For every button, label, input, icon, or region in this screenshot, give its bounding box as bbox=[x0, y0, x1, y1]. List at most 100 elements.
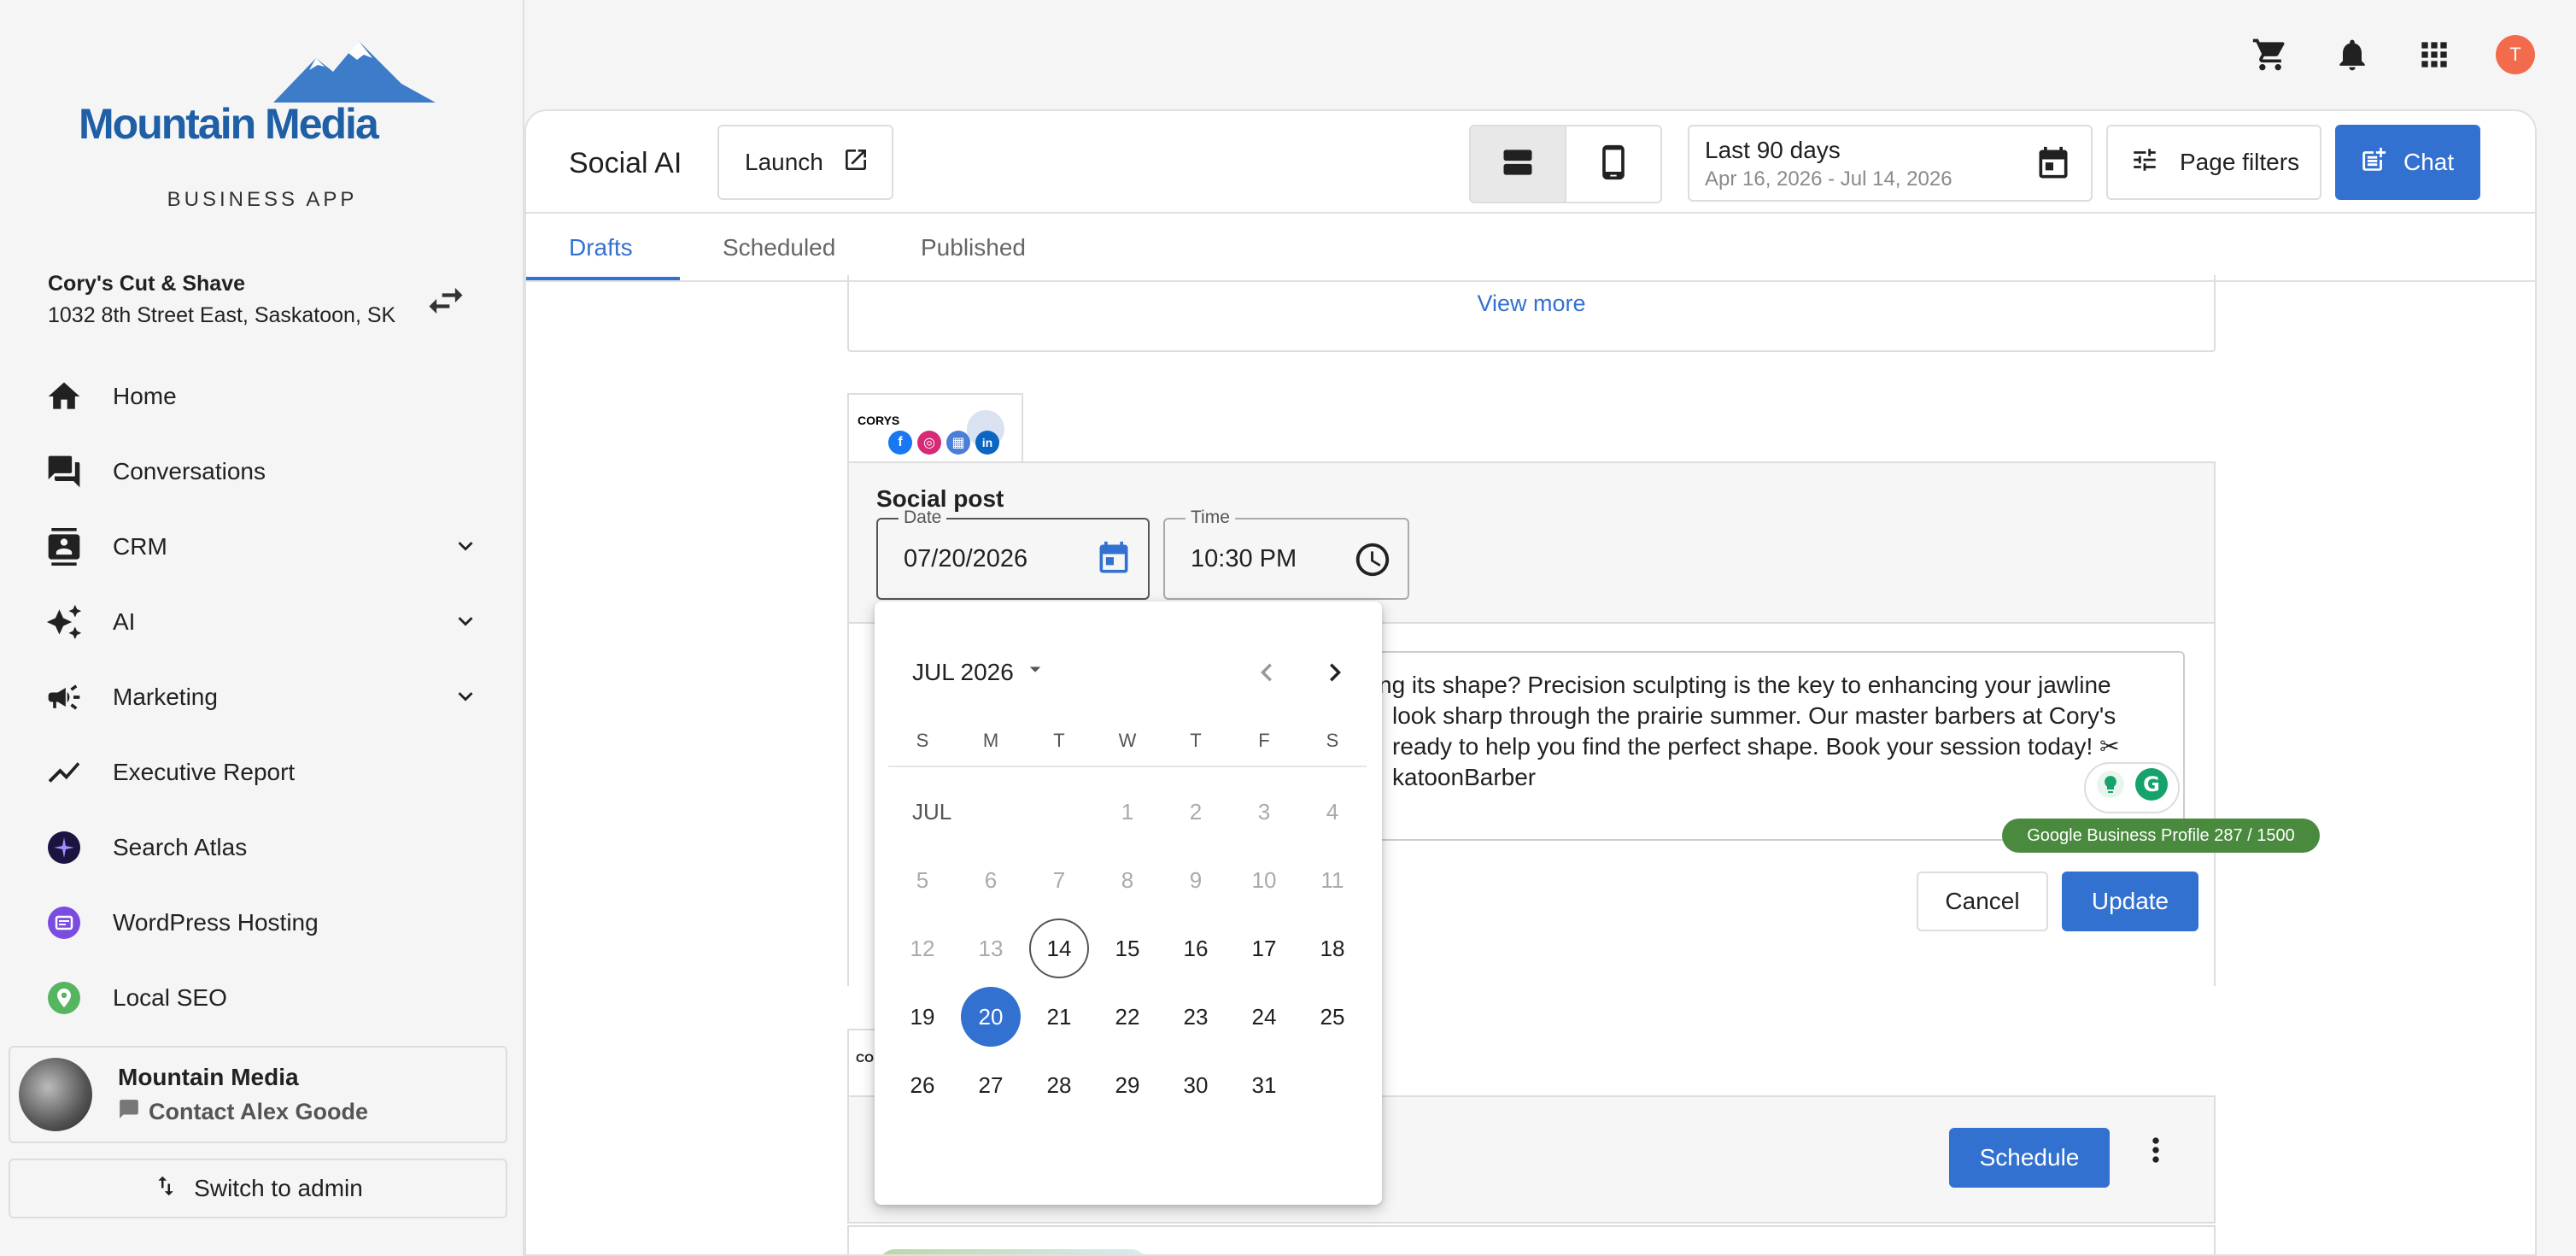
schedule-button[interactable]: Schedule bbox=[1949, 1128, 2110, 1188]
calendar-day[interactable]: 29 bbox=[1093, 1051, 1162, 1119]
megaphone-icon bbox=[44, 678, 84, 717]
weekday-header: S M T W T F S bbox=[888, 730, 1367, 767]
more-vert-icon[interactable] bbox=[2137, 1131, 2175, 1173]
sidebar-item-executive-report[interactable]: Executive Report bbox=[0, 735, 524, 810]
writing-assistant-icons: G bbox=[2084, 762, 2180, 813]
calendar-day-label: 27 bbox=[978, 1071, 1004, 1098]
time-label: Time bbox=[1186, 508, 1235, 528]
chevron-down-icon[interactable] bbox=[451, 682, 480, 715]
calendar-icon[interactable] bbox=[1095, 540, 1133, 582]
calendar-week: 19 20 21 22 23 24 25 bbox=[888, 983, 1367, 1051]
calendar-day-label bbox=[1303, 1055, 1362, 1115]
sidebar-item-label: WordPress Hosting bbox=[113, 909, 319, 936]
mountain-media-logo[interactable]: Mountain Media bbox=[77, 34, 444, 154]
wordpress-icon bbox=[44, 903, 84, 942]
launch-button[interactable]: Launch bbox=[717, 125, 893, 200]
view-more-link[interactable]: View more bbox=[847, 291, 2216, 317]
trend-icon bbox=[44, 753, 84, 792]
calendar-week: 26 27 28 29 30 31 bbox=[888, 1051, 1367, 1119]
calendar-day[interactable]: 25 bbox=[1298, 983, 1367, 1051]
calendar-day: 5 bbox=[888, 846, 957, 914]
user-avatar[interactable]: T bbox=[2496, 35, 2535, 74]
weekday-label: W bbox=[1118, 730, 1137, 751]
calendar-day-label: 11 bbox=[1320, 866, 1344, 893]
weekday-label: F bbox=[1258, 730, 1270, 751]
lightbulb-icon[interactable] bbox=[2095, 769, 2126, 807]
calendar-day[interactable]: 17 bbox=[1230, 914, 1298, 983]
calendar-day[interactable]: 31 bbox=[1230, 1051, 1298, 1119]
date-field[interactable]: Date 07/20/2026 bbox=[876, 508, 1150, 600]
business-name: Cory's Cut & Shave bbox=[48, 272, 246, 296]
sidebar-item-search-atlas[interactable]: Search Atlas bbox=[0, 810, 524, 885]
sidebar-item-marketing[interactable]: Marketing bbox=[0, 660, 524, 735]
calendar-day-label: 19 bbox=[910, 1003, 935, 1030]
sidebar-item-wordpress-hosting[interactable]: WordPress Hosting bbox=[0, 885, 524, 960]
active-tab-indicator bbox=[526, 277, 680, 280]
calendar-day: 9 bbox=[1162, 846, 1230, 914]
calendar-day-label: 3 bbox=[1257, 798, 1271, 825]
calendar-day[interactable]: 23 bbox=[1162, 983, 1230, 1051]
calendar-day[interactable]: 30 bbox=[1162, 1051, 1230, 1119]
calendar-day[interactable]: 18 bbox=[1298, 914, 1367, 983]
chevron-down-icon[interactable] bbox=[451, 607, 480, 640]
calendar-day-selected[interactable]: 20 bbox=[957, 983, 1025, 1051]
tab-scheduled[interactable]: Scheduled bbox=[723, 214, 835, 282]
cancel-button[interactable]: Cancel bbox=[1917, 872, 2048, 931]
sidebar-nav: Home Conversations CRM AI Marketing Exec… bbox=[0, 359, 524, 1036]
calendar-day: 3 bbox=[1230, 778, 1298, 846]
google-business-icon: ▦ bbox=[946, 431, 970, 455]
calendar-day-label: 12 bbox=[910, 935, 935, 961]
calendar-day[interactable]: 22 bbox=[1093, 983, 1162, 1051]
calendar-day: 13 bbox=[957, 914, 1025, 983]
calendar-day[interactable]: 27 bbox=[957, 1051, 1025, 1119]
sidebar-item-home[interactable]: Home bbox=[0, 359, 524, 434]
date-range-picker[interactable]: Last 90 days Apr 16, 2026 - Jul 14, 2026 bbox=[1688, 125, 2093, 202]
chevron-left-icon[interactable] bbox=[1249, 654, 1285, 695]
month-year-selector[interactable]: JUL 2026 bbox=[912, 656, 1048, 688]
month-year-label: JUL 2026 bbox=[912, 658, 1014, 685]
calendar-day[interactable]: 24 bbox=[1230, 983, 1298, 1051]
calendar-day[interactable]: 21 bbox=[1025, 983, 1093, 1051]
calendar-day[interactable]: 19 bbox=[888, 983, 957, 1051]
time-value: 10:30 PM bbox=[1191, 545, 1297, 572]
grammarly-icon[interactable]: G bbox=[2134, 767, 2169, 809]
main-panel: Social AI Launch Last 90 days Apr 16, 20… bbox=[524, 109, 2537, 1256]
avatar bbox=[19, 1058, 92, 1131]
clock-icon[interactable] bbox=[1353, 540, 1392, 584]
chat-button[interactable]: Chat bbox=[2335, 125, 2480, 200]
sidebar-item-crm[interactable]: CRM bbox=[0, 509, 524, 584]
cart-icon[interactable] bbox=[2250, 34, 2291, 75]
tab-drafts[interactable]: Drafts bbox=[569, 214, 633, 282]
bell-icon[interactable] bbox=[2332, 34, 2373, 75]
calendar-day[interactable]: 15 bbox=[1093, 914, 1162, 983]
apps-grid-icon[interactable] bbox=[2414, 34, 2455, 75]
calendar-day[interactable]: 16 bbox=[1162, 914, 1230, 983]
calendar-day[interactable]: 14 bbox=[1025, 914, 1093, 983]
contact-link[interactable]: Contact Alex Goode bbox=[118, 1098, 368, 1126]
chevron-down-icon[interactable] bbox=[451, 531, 480, 565]
switch-to-admin-button[interactable]: Switch to admin bbox=[9, 1159, 507, 1218]
account-info: Mountain Media Contact Alex Goode bbox=[118, 1064, 368, 1126]
sidebar-item-label: Conversations bbox=[113, 458, 266, 484]
calendar-day-label: 23 bbox=[1183, 1003, 1209, 1030]
update-button[interactable]: Update bbox=[2062, 872, 2198, 931]
mobile-view-toggle[interactable] bbox=[1566, 126, 1660, 202]
switch-business-icon[interactable] bbox=[424, 279, 468, 323]
calendar-day[interactable]: 28 bbox=[1025, 1051, 1093, 1119]
sidebar: Mountain Media BUSINESS APP Cory's Cut &… bbox=[0, 0, 524, 1256]
sidebar-item-conversations[interactable]: Conversations bbox=[0, 434, 524, 509]
time-field[interactable]: Time 10:30 PM bbox=[1163, 508, 1409, 600]
tab-published[interactable]: Published bbox=[921, 214, 1026, 282]
list-view-toggle[interactable] bbox=[1471, 126, 1566, 202]
account-card[interactable]: Mountain Media Contact Alex Goode bbox=[9, 1046, 507, 1143]
sidebar-item-ai[interactable]: AI bbox=[0, 584, 524, 660]
list-view-icon bbox=[1499, 144, 1537, 185]
calendar-day[interactable]: 26 bbox=[888, 1051, 957, 1119]
view-toggle bbox=[1469, 125, 1662, 203]
facebook-icon: f bbox=[888, 431, 912, 455]
chevron-right-icon[interactable] bbox=[1317, 654, 1353, 695]
sidebar-item-local-seo[interactable]: Local SEO bbox=[0, 960, 524, 1036]
calendar-day-label: 25 bbox=[1320, 1003, 1345, 1030]
calendar-week: 12 13 14 15 16 17 18 bbox=[888, 914, 1367, 983]
page-filters-button[interactable]: Page filters bbox=[2106, 125, 2321, 200]
